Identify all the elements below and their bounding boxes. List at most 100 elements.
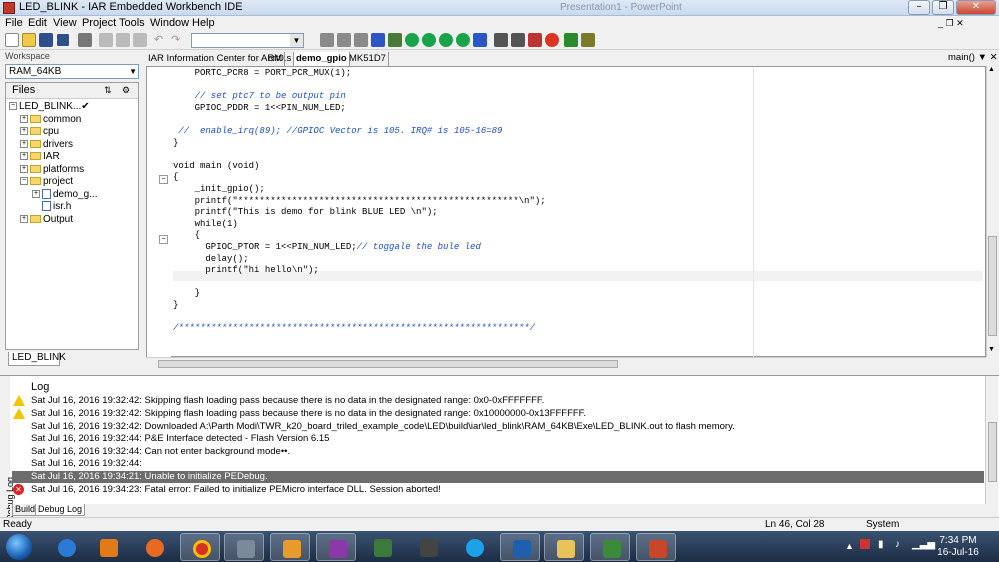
tree-folder-cpu[interactable]: + cpu [20,126,59,138]
function-dropdown[interactable]: main() ▼ ✕ [948,52,998,63]
find-combo[interactable]: ▼ [191,33,304,48]
expand-icon[interactable]: + [20,140,28,149]
find-prev-icon[interactable] [354,33,368,47]
workspace-tab[interactable]: LED_BLINK [8,352,66,366]
volume-icon[interactable]: ♪ [895,539,900,550]
project-root[interactable]: − LED_BLINK... ✔ [9,101,90,113]
network-icon[interactable]: ▮ [878,539,884,550]
taskbar-pdf[interactable] [270,533,310,561]
taskbar-firefox[interactable] [134,533,174,561]
collapse-icon[interactable]: − [9,102,17,111]
collapse-icon[interactable]: − [20,177,28,186]
code-line[interactable]: delay(); [173,254,248,265]
taskbar-chrome[interactable] [180,533,220,561]
sort-icon[interactable]: ⇅ [104,85,112,96]
expand-icon[interactable]: + [20,152,28,161]
taskbar-iar[interactable] [224,533,264,561]
scroll-thumb[interactable] [988,236,997,336]
menu-edit[interactable]: Edit [28,17,47,29]
log-entry[interactable]: ✕ Sat Jul 16, 2016 19:34:23: Fatal error:… [12,484,984,496]
code-line[interactable]: // set ptc7 to be output pin [173,91,346,102]
start-button-icon[interactable] [6,534,32,560]
expand-icon[interactable]: + [32,190,40,199]
tab-crt0[interactable]: crt0.s [266,52,295,66]
code-line[interactable]: } [173,300,178,311]
code-line[interactable]: PORTC_PCR8 = PORT_PCR_MUX(1); [173,68,352,79]
scroll-up-icon[interactable]: ▲ [988,66,995,73]
code-line[interactable]: while(1) [173,219,238,230]
goto-icon[interactable] [371,33,385,47]
taskbar-explorer[interactable] [544,533,584,561]
stop-build-icon[interactable] [528,33,542,47]
code-line[interactable]: { [173,172,178,183]
mdi-window-controls[interactable]: _ ❐ ✕ [938,18,964,29]
log-entry[interactable]: Sat Jul 16, 2016 19:32:44: P&E Interface… [12,433,984,445]
scroll-thumb[interactable] [158,360,618,368]
code-line[interactable]: printf("hi hello\n"); [173,265,318,276]
breakpoint-icon[interactable] [545,33,559,47]
compile-icon[interactable] [494,33,508,47]
expand-icon[interactable]: + [20,115,28,124]
taskbar-network[interactable] [362,533,402,561]
log-entry[interactable]: Sat Jul 16, 2016 19:32:42: Skipping flas… [12,395,984,407]
navigate-prev-icon[interactable] [456,33,470,47]
tree-folder-output[interactable]: + Output [20,214,73,226]
close-button[interactable]: ✕ [956,0,996,15]
tab-debug-log[interactable]: Debug Log [35,504,86,516]
options-icon[interactable]: ⚙ [122,85,130,96]
tree-file-demo-gpio[interactable]: + demo_g... [32,189,97,201]
log-entry[interactable]: Sat Jul 16, 2016 19:32:44: [12,458,984,470]
code-line[interactable]: // enable_irq(89); //GPIOC Vector is 105… [173,126,502,137]
menu-tools[interactable]: Tools [119,17,145,29]
log-entry[interactable]: Sat Jul 16, 2016 19:32:44: Can not enter… [12,446,984,458]
clock[interactable]: 7:34 PM 16-Jul-16 [933,535,983,559]
cut-icon[interactable] [99,33,113,47]
save-all-icon[interactable] [56,33,70,47]
bookmark-icon[interactable] [388,33,402,47]
code-line[interactable]: GPIOC_PTOR = 1<<PIN_NUM_LED;// toggale t… [173,242,480,253]
scroll-down-icon[interactable]: ▼ [988,346,995,353]
fold-icon[interactable]: − [159,175,168,184]
code-line[interactable]: GPIOC_PDDR = 1<<PIN_NUM_LED; [173,103,346,114]
log-entry[interactable]: Sat Jul 16, 2016 19:34:21: Unable to ini… [12,471,984,483]
debug-without-download-icon[interactable] [581,33,595,47]
close-tab-icon[interactable]: ✕ [990,52,998,63]
configuration-dropdown[interactable]: RAM_64KB ▼ [5,64,139,79]
minimize-button[interactable]: – [908,0,930,15]
fold-icon[interactable]: − [159,235,168,244]
code-line[interactable]: /***************************************… [173,323,535,334]
redo-icon[interactable]: ↷ [171,33,185,47]
code-line[interactable]: printf("This is demo for blink BLUE LED … [173,207,438,218]
flag-icon[interactable] [860,539,870,549]
tree-folder-platforms[interactable]: + platforms [20,164,84,176]
tree-folder-drivers[interactable]: + drivers [20,139,73,151]
undo-icon[interactable]: ↶ [154,33,168,47]
tree-folder-iar[interactable]: + IAR [20,151,60,163]
download-debug-icon[interactable] [564,33,578,47]
code-line[interactable]: _init_gpio(); [173,184,265,195]
open-folder-icon[interactable] [22,33,36,47]
taskbar-app-purple[interactable] [316,533,356,561]
taskbar-outlook[interactable] [500,533,540,561]
scroll-thumb[interactable] [988,422,997,482]
code-editor[interactable]: − − PORTC_PCR8 = PORT_PCR_MUX(1); // set… [146,66,986,357]
tab-mk51d7[interactable]: MK51D7 [347,52,389,66]
log-entry[interactable]: Sat Jul 16, 2016 19:32:42: Downloaded A:… [12,421,984,433]
code-area[interactable]: PORTC_PCR8 = PORT_PCR_MUX(1); // set ptc… [173,67,983,357]
menu-project[interactable]: Project [82,17,116,29]
menu-file[interactable]: File [5,17,23,29]
paste-icon[interactable] [133,33,147,47]
restore-button[interactable]: ❐ [932,0,954,15]
menu-help[interactable]: Help [192,17,215,29]
code-line[interactable]: } [173,288,200,299]
find-next-icon[interactable] [337,33,351,47]
show-hidden-icons-icon[interactable]: ▲ [845,541,854,551]
menu-view[interactable]: View [53,17,77,29]
save-icon[interactable] [39,33,53,47]
menu-window[interactable]: Window [150,17,189,29]
log-entry[interactable]: Sat Jul 16, 2016 19:32:42: Skipping flas… [12,408,984,420]
code-line[interactable]: { [173,230,200,241]
make-icon[interactable] [511,33,525,47]
new-file-icon[interactable] [5,33,19,47]
editor-vertical-scrollbar[interactable]: ▲ ▼ [986,66,998,357]
